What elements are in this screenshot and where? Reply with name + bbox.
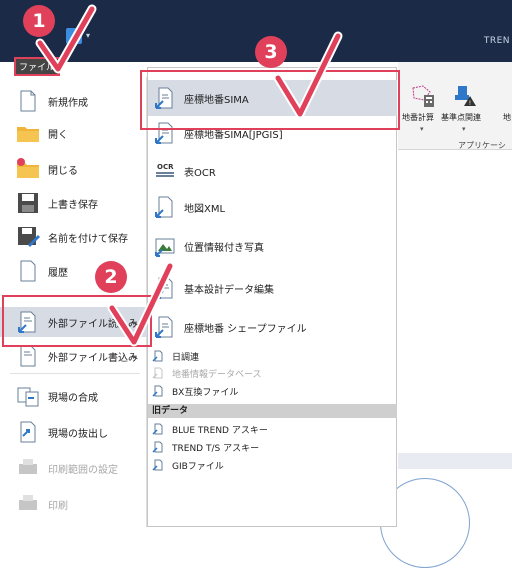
workspace xyxy=(398,150,512,527)
control-point-icon: ! xyxy=(455,86,476,107)
menu-item-merge-site[interactable]: 現場の合成 xyxy=(0,381,147,411)
menu-divider xyxy=(10,373,140,374)
history-icon xyxy=(20,260,36,282)
submenu-item-nichoren[interactable]: 日調連 xyxy=(148,348,397,364)
submenu-item-gib[interactable]: GIBファイル xyxy=(148,457,397,473)
merge-site-icon xyxy=(17,387,39,407)
close-folder-icon xyxy=(17,158,39,178)
export-file-icon xyxy=(20,345,36,367)
geotag-photo-icon xyxy=(155,238,175,257)
menu-item-save[interactable]: 上書き保存 xyxy=(0,188,147,218)
submenu-item-bx[interactable]: BX互換ファイル xyxy=(148,383,397,399)
menu-item-label: 新規作成 xyxy=(48,97,88,109)
submenu-item-design-data[interactable]: 基本設計データ編集 xyxy=(148,272,397,304)
checkmark-icon xyxy=(35,4,97,74)
workspace-strip xyxy=(398,453,512,469)
print-icon xyxy=(19,495,37,510)
menu-item-extract-site[interactable]: 現場の抜出し xyxy=(0,417,147,447)
menu-item-label: 現場の抜出し xyxy=(48,428,108,440)
submenu-item-label: BLUE TREND アスキー xyxy=(172,425,268,436)
ribbon-button-lot-calc[interactable]: 地番計算 xyxy=(402,112,434,123)
save-icon xyxy=(18,193,38,213)
trend-ts-icon xyxy=(152,441,163,453)
menu-item-label: 開く xyxy=(48,129,68,141)
gib-icon xyxy=(152,459,163,471)
save-as-icon xyxy=(18,227,40,247)
ribbon-button-partial[interactable]: 地 xyxy=(503,112,511,123)
svg-text:!: ! xyxy=(469,100,471,107)
submenu-item-label: 地図XML xyxy=(184,203,226,215)
ribbon-button-control-point[interactable]: 基準点関連 xyxy=(441,112,481,123)
checkmark-icon xyxy=(273,31,343,119)
menu-item-print: 印刷 xyxy=(0,489,147,519)
submenu-item-label: 位置情報付き写真 xyxy=(184,242,264,254)
new-document-icon xyxy=(20,90,36,112)
ocr-icon: OCR xyxy=(156,163,174,177)
menu-item-open[interactable]: 開く xyxy=(0,118,147,148)
menu-item-label: 上書き保存 xyxy=(48,199,98,211)
submenu-item-label: 日調連 xyxy=(172,352,200,363)
xml-icon xyxy=(155,196,173,218)
import-submenu: 座標地番SIMA 座標地番SIMA[JPGIS] OCR 表OCR 地図XML … xyxy=(147,67,397,527)
menu-item-label: 履歴 xyxy=(48,267,68,279)
ocr-icon-text: OCR xyxy=(157,163,174,171)
app-title: TREN xyxy=(483,36,510,46)
menu-item-label: 現場の合成 xyxy=(48,392,98,404)
submenu-item-label: 基本設計データ編集 xyxy=(184,284,274,296)
submenu-item-label: 表OCR xyxy=(184,167,216,179)
print-range-icon xyxy=(19,459,37,474)
submenu-item-label: 座標地番 シェープファイル xyxy=(184,323,307,335)
lot-db-icon xyxy=(152,367,163,379)
submenu-item-label: TREND T/S アスキー xyxy=(172,443,260,454)
menu-item-save-as[interactable]: 名前を付けて保存 xyxy=(0,222,147,252)
submenu-item-map-xml[interactable]: 地図XML xyxy=(148,192,397,222)
chevron-down-icon[interactable]: ▾ xyxy=(420,125,424,133)
checkmark-icon xyxy=(107,261,175,347)
old-data-section-header: 旧データ xyxy=(148,404,397,418)
blue-trend-icon xyxy=(152,423,163,435)
submenu-item-blue-trend[interactable]: BLUE TREND アスキー xyxy=(148,421,397,437)
lot-calc-icon xyxy=(412,85,434,107)
submenu-item-label: GIBファイル xyxy=(172,461,224,472)
menu-item-new[interactable]: 新規作成 xyxy=(0,86,147,116)
submenu-item-ocr[interactable]: OCR 表OCR xyxy=(148,156,397,186)
bx-icon xyxy=(152,385,163,397)
chevron-right-icon: ▸ xyxy=(133,351,138,361)
menu-item-label: 閉じる xyxy=(48,165,78,177)
submenu-item-label: 地番情報データベース xyxy=(172,369,262,380)
submenu-item-shapefile[interactable]: 座標地番 シェープファイル xyxy=(148,310,397,344)
submenu-item-geotag-photo[interactable]: 位置情報付き写真 xyxy=(148,228,397,264)
chevron-down-icon[interactable]: ▾ xyxy=(462,125,466,133)
extract-site-icon xyxy=(20,421,36,443)
submenu-item-label: BX互換ファイル xyxy=(172,387,239,398)
nichoren-icon xyxy=(152,350,163,362)
menu-item-label: 印刷 xyxy=(48,500,68,512)
open-folder-icon xyxy=(17,127,39,142)
menu-item-label: 印刷範囲の設定 xyxy=(48,464,118,476)
submenu-item-trend-ts[interactable]: TREND T/S アスキー xyxy=(148,439,397,455)
menu-item-print-range: 印刷範囲の設定 xyxy=(0,453,147,483)
menu-item-close[interactable]: 閉じる xyxy=(0,154,147,184)
menu-item-label: 名前を付けて保存 xyxy=(48,233,128,245)
submenu-item-lot-db: 地番情報データベース xyxy=(148,365,397,381)
menu-item-label: 外部ファイル書込み xyxy=(48,352,138,364)
